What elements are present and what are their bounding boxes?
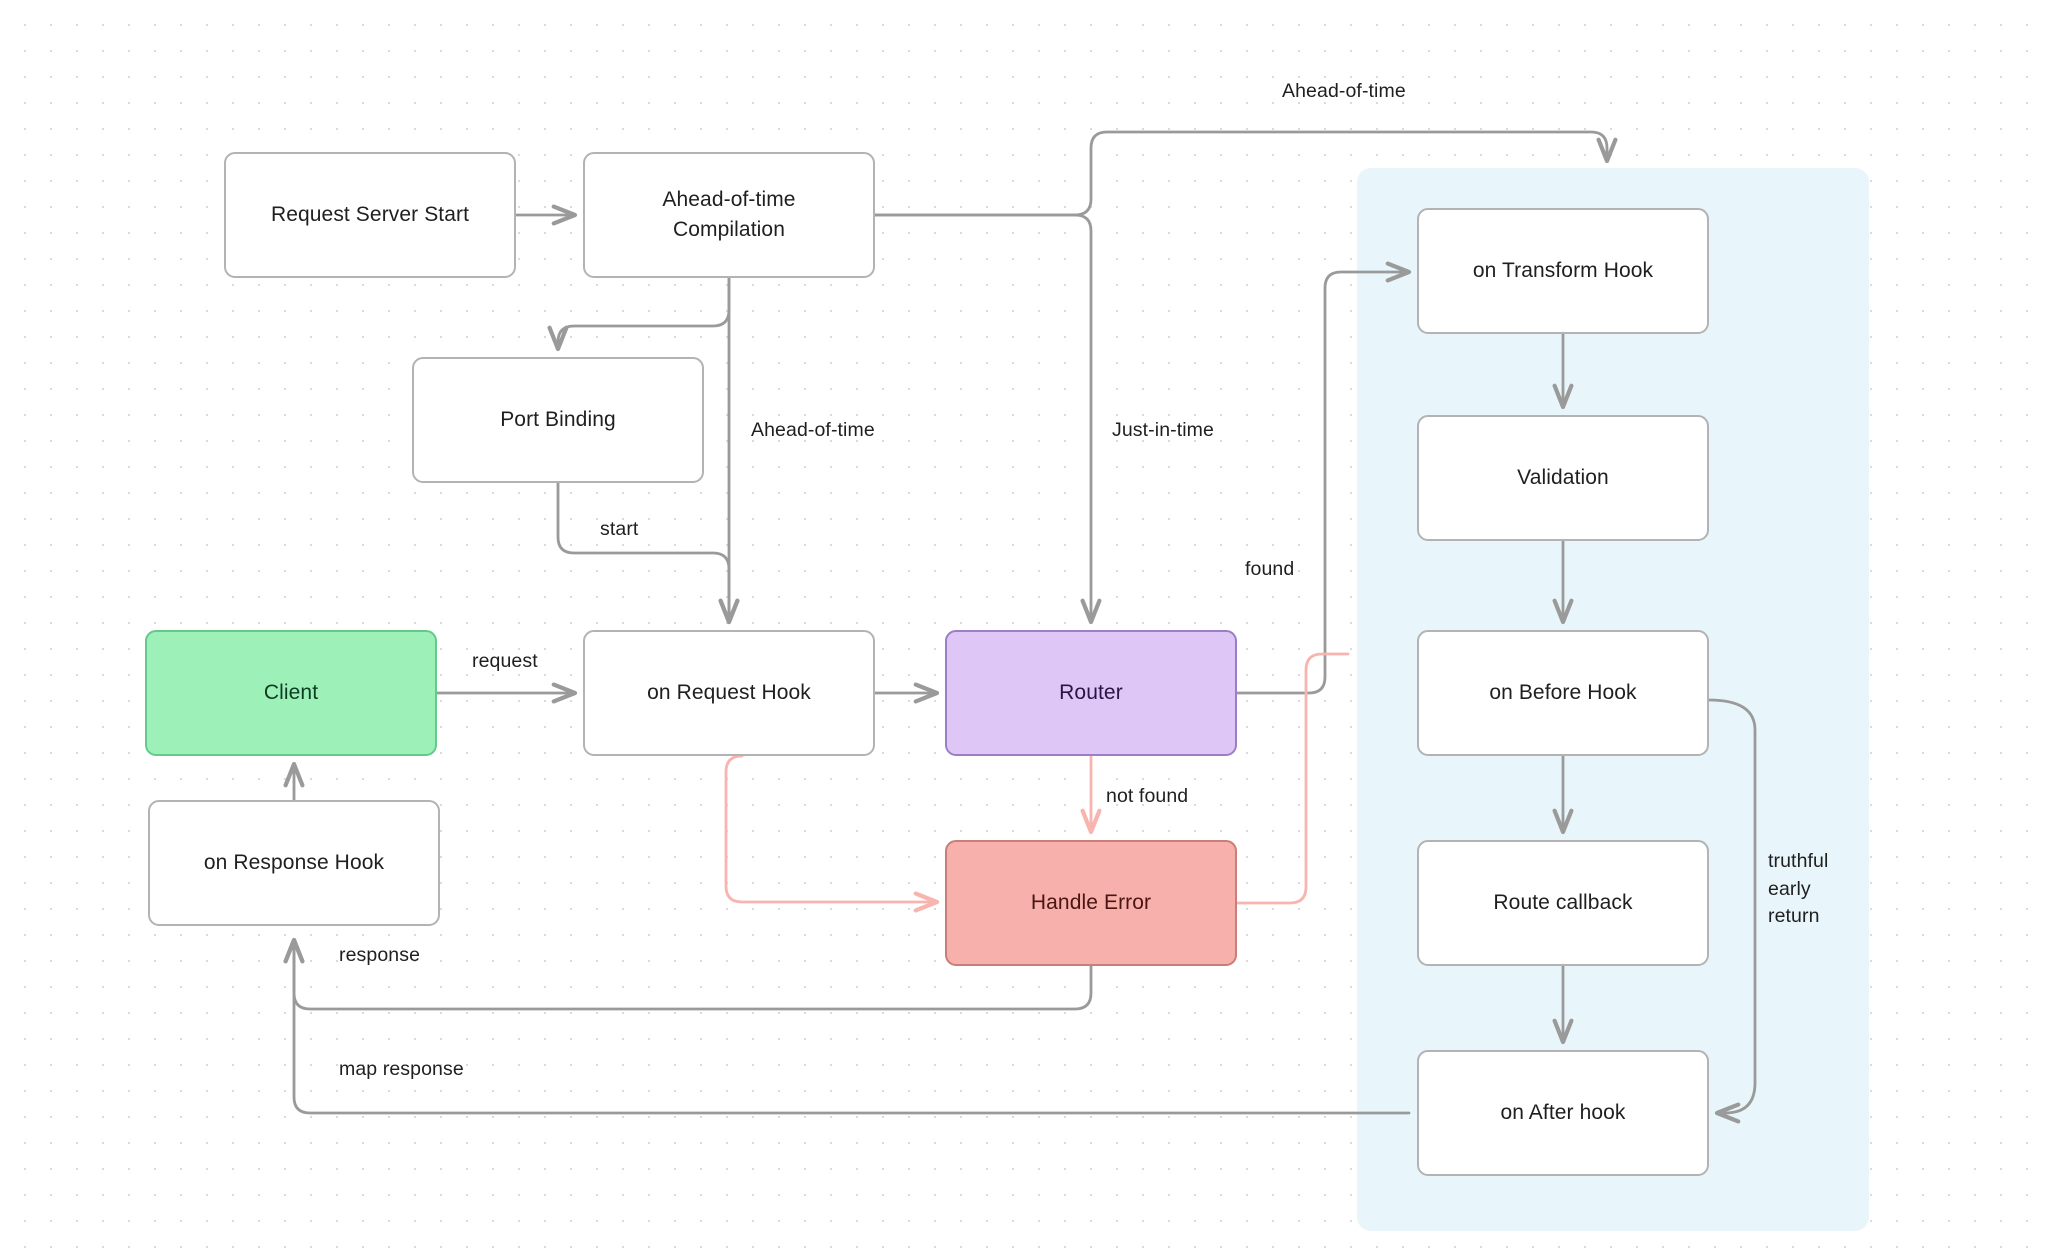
edge-handle-error-to-before-hook (1235, 652, 1350, 905)
edge-label-label_map_response: map response (339, 1058, 464, 1080)
edge-label-label_response: response (339, 944, 421, 966)
edge-aot-to-port-binding (547, 276, 731, 352)
node-client[interactable]: Client (145, 630, 437, 756)
node-request_server_start[interactable]: Request Server Start (224, 152, 516, 278)
node-on_response_hook[interactable]: on Response Hook (148, 800, 440, 926)
edge-label-label_request: request (472, 650, 538, 672)
edge-label-label_just_in_time: Just-in-time (1112, 419, 1214, 441)
diagram-canvas: Request Server Start Ahead-of-time Compil… (0, 0, 2048, 1260)
node-on_request_hook[interactable]: on Request Hook (583, 630, 875, 756)
node-on_transform_hook[interactable]: on Transform Hook (1417, 208, 1709, 334)
edge-label-label_found: found (1245, 558, 1295, 580)
edge-after-hook-to-response-hook (283, 937, 1411, 1115)
node-on_before_hook[interactable]: on Before Hook (1417, 630, 1709, 756)
edge-label-label_not_found: not found (1106, 785, 1189, 807)
edge-label-label_start: start (600, 518, 639, 540)
edge-label-label_truthful_early_return: truthful early return (1768, 850, 1829, 928)
node-router[interactable]: Router (945, 630, 1237, 756)
edge-port-binding-to-request-hook (556, 481, 740, 625)
edge-aot-to-router (873, 213, 1102, 625)
node-route_callback[interactable]: Route callback (1417, 840, 1709, 966)
node-on_after_hook[interactable]: on After hook (1417, 1050, 1709, 1176)
edge-label-label_ahead_of_time_mid: Ahead-of-time (751, 419, 875, 441)
node-validation[interactable]: Validation (1417, 415, 1709, 541)
node-port_binding[interactable]: Port Binding (412, 357, 704, 483)
node-aot_compilation[interactable]: Ahead-of-time Compilation (583, 152, 875, 278)
edge-request-hook-to-handle-error (724, 754, 940, 913)
edge-label-label_ahead_of_time_top: Ahead-of-time (1282, 80, 1406, 102)
node-handle_error[interactable]: Handle Error (945, 840, 1237, 966)
